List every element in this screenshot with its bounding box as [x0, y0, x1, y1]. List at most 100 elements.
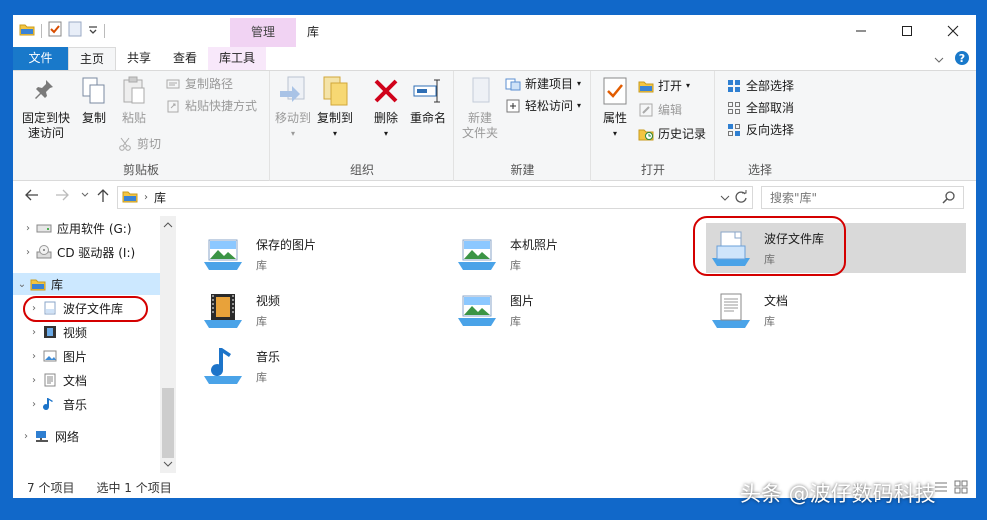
new-item-label: 新建项目 — [525, 77, 574, 91]
paste-button[interactable]: 粘贴 — [117, 75, 151, 126]
chevron-right-icon[interactable]: › — [19, 431, 33, 442]
move-to-button[interactable]: 移动到 ▾ — [273, 75, 313, 141]
nav-item-music[interactable]: › 音乐 — [27, 393, 160, 415]
breadcrumb-library[interactable]: 库 — [154, 189, 166, 206]
refresh-icon[interactable] — [734, 189, 748, 207]
maximize-button[interactable] — [884, 15, 930, 47]
nav-item-cd-drive[interactable]: › CD 驱动器 (I:) — [21, 241, 168, 263]
address-dropdown-icon[interactable] — [720, 191, 730, 205]
chevron-right-icon[interactable]: › — [27, 375, 41, 386]
new-item-dropdown-icon: ▾ — [577, 79, 582, 88]
new-item-button[interactable]: 新建项目 ▾ — [505, 75, 581, 92]
chevron-down-icon[interactable]: ⌄ — [15, 279, 29, 290]
address-bar[interactable]: › 库 — [117, 186, 753, 209]
nav-scrollbar-thumb[interactable] — [162, 388, 174, 458]
library-tile[interactable]: 图片库 — [452, 284, 710, 336]
library-tile[interactable]: 文档库 — [706, 284, 964, 336]
easy-access-button[interactable]: 轻松访问 ▾ — [505, 97, 581, 114]
watermark: 头条 @波仔数码科技 — [740, 482, 936, 506]
nav-item-videos[interactable]: › 视频 — [27, 321, 160, 343]
copy-to-button[interactable]: 复制到 ▾ — [315, 75, 355, 141]
up-arrow-icon[interactable] — [97, 189, 109, 207]
scroll-up-icon[interactable] — [160, 218, 176, 232]
library-tile[interactable]: 保存的图片库 — [198, 228, 456, 280]
copy-button[interactable]: 复制 — [77, 75, 111, 126]
copy-path-button[interactable]: 复制路径 — [165, 75, 233, 92]
minimize-button[interactable] — [838, 15, 884, 47]
content-pane: 保存的图片库 本机照片库 波仔文件库库 视频库 图片库 文档 库 音乐 库 — [176, 216, 976, 473]
library-tile[interactable]: 视频库 — [198, 284, 456, 336]
tile-name: 本机照片 — [510, 237, 559, 252]
back-arrow-icon[interactable] — [25, 189, 39, 205]
search-input[interactable]: 搜索"库" — [761, 186, 964, 209]
nav-label: 网络 — [55, 429, 80, 444]
tile-subtitle: 库 — [256, 370, 267, 384]
pin-icon — [30, 75, 62, 107]
paste-shortcut-button[interactable]: 粘贴快捷方式 — [165, 97, 257, 114]
nav-item-documents[interactable]: › 文档 — [27, 369, 160, 391]
details-view-icon[interactable] — [934, 480, 948, 497]
nav-item-libraries[interactable]: ⌄ 库 — [13, 273, 160, 295]
nav-item-network[interactable]: › 网络 — [19, 425, 160, 447]
select-all-button[interactable]: 全部选择 — [726, 77, 794, 94]
history-button[interactable]: 历史记录 — [638, 125, 706, 142]
qat-separator — [104, 23, 105, 38]
delete-button[interactable]: 删除 ▾ — [369, 75, 403, 141]
chevron-right-icon[interactable]: › — [27, 351, 41, 362]
music-library-icon — [41, 396, 59, 412]
scissors-icon — [117, 136, 133, 152]
invert-selection-button[interactable]: 反向选择 — [726, 121, 794, 138]
group-organize: 移动到 ▾ 复制到 ▾ 删除 ▾ 重命名 组织 — [271, 71, 454, 181]
new-folder-qat-icon[interactable] — [68, 21, 82, 40]
cut-button[interactable]: 剪切 — [117, 135, 161, 152]
tab-home[interactable]: 主页 — [68, 47, 117, 70]
drive-icon — [35, 220, 53, 236]
chevron-right-icon[interactable]: › — [27, 327, 41, 338]
rename-button[interactable]: 重命名 — [407, 75, 449, 126]
select-none-button[interactable]: 全部取消 — [726, 99, 794, 116]
chevron-right-icon[interactable]: › — [21, 223, 35, 234]
pin-label-line2: 速访问 — [27, 126, 64, 140]
open-button[interactable]: 打开 ▾ — [638, 77, 690, 94]
ribbon-right-controls: ? — [934, 50, 970, 69]
ribbon: 固定到快 速访问 复制 粘贴 复制路径 粘贴快捷方式 剪切 剪贴板 移动到 ▾ … — [13, 70, 976, 181]
tab-file[interactable]: 文件 — [13, 47, 68, 70]
properties-check-icon[interactable] — [48, 21, 62, 40]
open-dropdown-icon: ▾ — [686, 81, 691, 90]
tab-library-tools[interactable]: 库工具 — [208, 47, 267, 70]
pin-label-line1: 固定到快 — [21, 111, 70, 125]
forward-arrow-icon[interactable] — [55, 189, 69, 205]
properties-button[interactable]: 属性 ▾ — [598, 75, 632, 141]
large-icons-view-icon[interactable] — [954, 480, 968, 497]
library-tile[interactable]: 本机照片库 — [452, 228, 710, 280]
qat-dropdown-icon[interactable] — [88, 24, 98, 38]
recent-locations-chevron-icon[interactable] — [81, 189, 89, 205]
chevron-down-icon[interactable] — [934, 53, 944, 67]
tile-name: 文档 — [764, 293, 789, 308]
nav-label: 应用软件 (G:) — [57, 221, 132, 236]
nav-label: 音乐 — [63, 397, 88, 412]
edit-button[interactable]: 编辑 — [638, 101, 682, 118]
chevron-right-icon[interactable]: › — [21, 247, 35, 258]
music-library-icon — [198, 343, 248, 389]
status-selected-count: 选中 1 个项目 — [96, 481, 172, 495]
group-label-select: 选择 — [747, 163, 772, 177]
pin-quick-access-button[interactable]: 固定到快 速访问 — [19, 75, 73, 141]
close-button[interactable] — [930, 15, 976, 47]
tile-subtitle: 库 — [256, 258, 267, 272]
library-tile[interactable]: 音乐库 — [198, 340, 456, 392]
nav-item-pictures[interactable]: › 图片 — [27, 345, 160, 367]
chevron-right-icon[interactable]: › — [27, 399, 41, 410]
help-icon[interactable]: ? — [954, 50, 970, 69]
folder-icon[interactable] — [19, 22, 35, 39]
nav-item-drive-g[interactable]: › 应用软件 (G:) — [21, 217, 168, 239]
new-folder-button[interactable]: 新建 文件夹 — [459, 75, 501, 141]
copy-icon — [78, 75, 110, 107]
tab-share[interactable]: 共享 — [116, 47, 162, 70]
open-label: 打开 — [658, 79, 683, 93]
saved-pictures-icon — [198, 231, 248, 277]
open-folder-icon — [638, 78, 654, 94]
tab-view[interactable]: 查看 — [162, 47, 208, 70]
scroll-down-icon[interactable] — [160, 457, 176, 471]
select-none-label: 全部取消 — [746, 101, 795, 115]
